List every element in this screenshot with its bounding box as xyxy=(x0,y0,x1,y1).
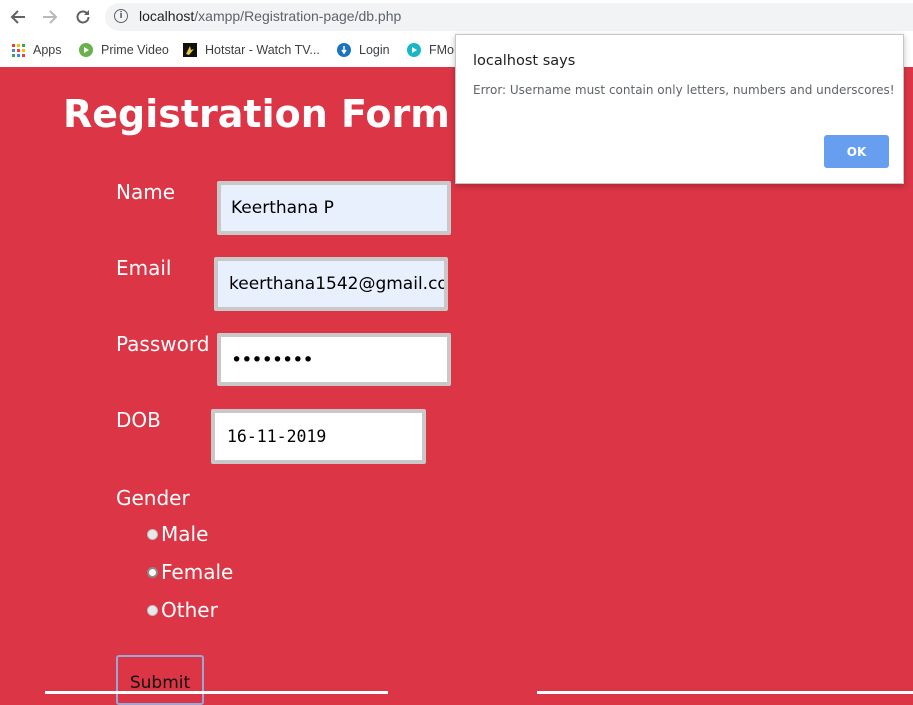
info-icon[interactable]: i xyxy=(114,9,128,23)
forward-button[interactable] xyxy=(39,6,61,28)
url-path: /xampp/Registration-page/db.php xyxy=(194,8,402,24)
dob-field[interactable]: 16-11-2019 xyxy=(211,409,426,464)
radio-button[interactable] xyxy=(147,604,158,616)
alert-dialog: localhost says Error: Username must cont… xyxy=(455,34,904,184)
email-field[interactable]: keerthana1542@gmail.co xyxy=(214,257,448,311)
bookmark-label: FMo xyxy=(429,43,454,57)
url-host: localhost xyxy=(139,8,195,24)
bookmark-prime-video[interactable]: Prime Video xyxy=(79,39,169,61)
reload-icon xyxy=(76,10,90,24)
dob-label: DOB xyxy=(116,408,161,432)
bookmark-label: Prime Video xyxy=(101,43,169,57)
hotstar-icon xyxy=(183,43,197,57)
email-field-value: keerthana1542@gmail.co xyxy=(229,274,448,294)
page-title: Registration Form xyxy=(63,92,450,136)
radio-label: Female xyxy=(161,560,234,584)
dob-field-value: 16-11-2019 xyxy=(227,427,327,446)
bookmark-fmovies[interactable]: FMo xyxy=(407,39,454,61)
submit-button[interactable]: Submit xyxy=(116,655,204,705)
name-field[interactable]: Keerthana P xyxy=(217,181,451,235)
bookmark-apps[interactable]: Apps xyxy=(12,39,62,61)
radio-label: Other xyxy=(161,598,218,622)
bookmark-label: Apps xyxy=(33,43,62,57)
name-field-value: Keerthana P xyxy=(231,198,334,218)
email-label: Email xyxy=(116,256,172,280)
back-button[interactable] xyxy=(7,6,29,28)
gender-label: Gender xyxy=(116,486,190,510)
arrow-right-icon xyxy=(43,10,58,24)
address-bar[interactable]: i localhost/xampp/Registration-page/db.p… xyxy=(105,3,913,31)
prime-video-icon xyxy=(79,43,93,57)
name-label: Name xyxy=(116,180,176,204)
password-label: Password xyxy=(116,332,210,356)
dialog-title: localhost says xyxy=(473,53,576,69)
radio-label: Male xyxy=(161,522,209,546)
ok-button[interactable]: OK xyxy=(824,135,889,168)
bookmark-label: Login xyxy=(359,43,390,57)
reload-button[interactable] xyxy=(72,6,94,28)
gender-option-other[interactable]: Other xyxy=(147,598,218,622)
radio-button[interactable] xyxy=(147,528,158,540)
radio-button[interactable] xyxy=(147,566,158,578)
url-text[interactable]: localhost/xampp/Registration-page/db.php xyxy=(139,8,401,24)
apps-grid-icon xyxy=(12,43,25,57)
login-icon xyxy=(337,43,351,57)
bookmark-label: Hotstar - Watch TV... xyxy=(205,43,320,57)
bookmark-login[interactable]: Login xyxy=(337,39,390,61)
dialog-message: Error: Username must contain only letter… xyxy=(473,83,895,97)
fmovies-icon xyxy=(407,43,421,57)
bookmark-hotstar[interactable]: Hotstar - Watch TV... xyxy=(183,39,320,61)
gender-option-male[interactable]: Male xyxy=(147,522,208,546)
gender-option-female[interactable]: Female xyxy=(147,560,233,584)
arrow-left-icon xyxy=(10,10,25,24)
password-field[interactable]: •••••••• xyxy=(217,333,451,386)
password-field-value: •••••••• xyxy=(231,348,314,371)
